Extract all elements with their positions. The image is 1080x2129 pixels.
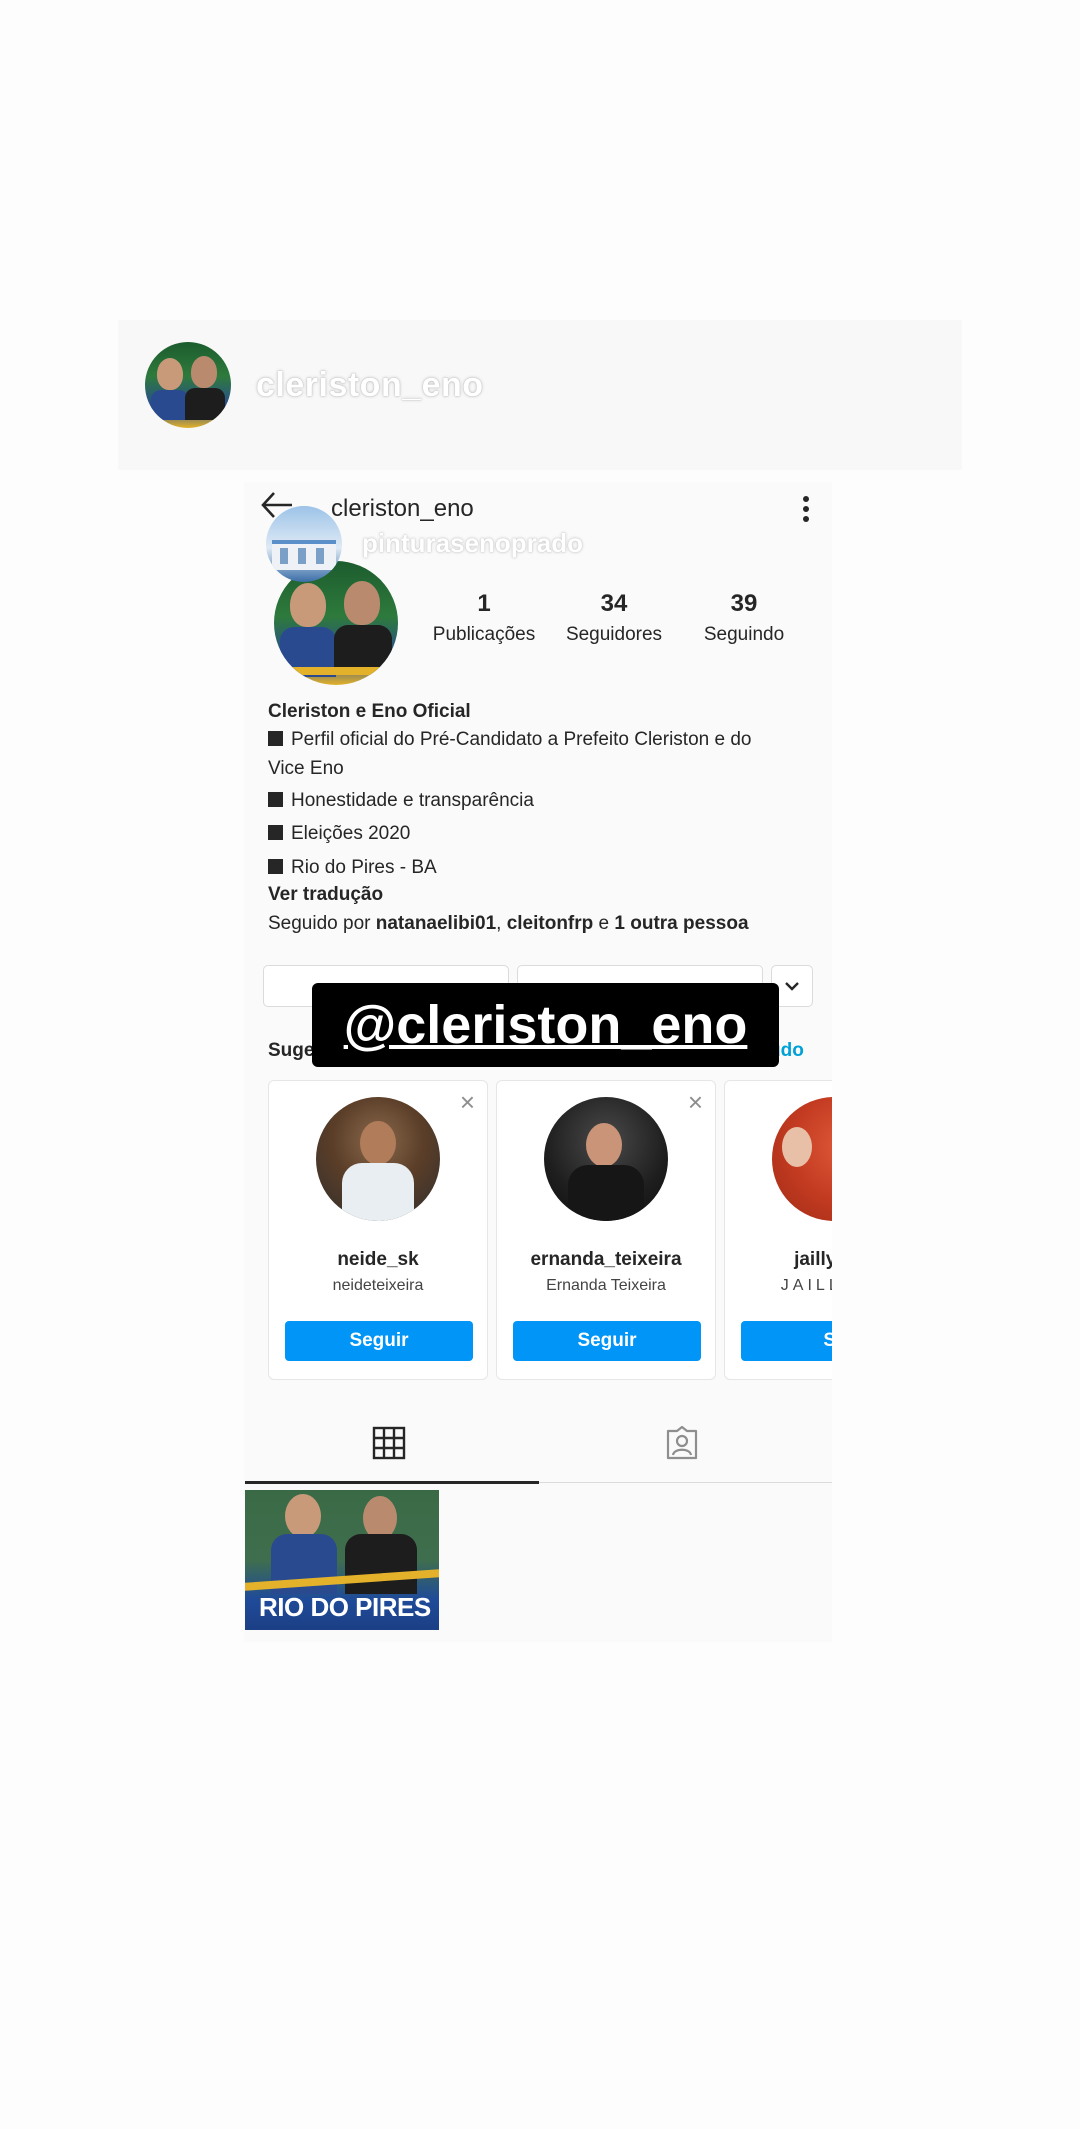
bullet-square-icon bbox=[268, 731, 283, 746]
post-thumbnail[interactable]: RIO DO PIRES bbox=[245, 1490, 439, 1630]
suggestion-fullname-line2: O bbox=[737, 1297, 832, 1315]
tab-divider bbox=[539, 1482, 832, 1483]
story-username[interactable]: cleriston_eno bbox=[256, 366, 484, 405]
suggestions-label: Suge bbox=[268, 1040, 315, 1061]
suggestion-fullname: JAILLY bbox=[780, 1277, 832, 1294]
close-icon[interactable]: × bbox=[460, 1087, 475, 1118]
tagged-person-icon[interactable] bbox=[664, 1425, 700, 1466]
suggestion-avatar[interactable] bbox=[772, 1097, 832, 1221]
suggestions-carousel[interactable]: × neide_sk neideteixeira Seguir × ernand… bbox=[244, 1076, 832, 1384]
suggestion-avatar[interactable] bbox=[544, 1097, 668, 1221]
follow-button[interactable]: Se bbox=[741, 1321, 832, 1361]
bio-line: Honestidade e transparência bbox=[268, 787, 808, 814]
story-avatar[interactable] bbox=[145, 342, 231, 428]
follow-button[interactable]: Seguir bbox=[285, 1321, 473, 1361]
story-mention-sticker[interactable]: @cleriston_eno bbox=[312, 983, 779, 1067]
follow-button[interactable]: Seguir bbox=[513, 1321, 701, 1361]
profile-header-username: cleriston_eno bbox=[331, 495, 474, 522]
bullet-square-icon bbox=[268, 825, 283, 840]
suggestion-fullname: Ernanda Teixeira bbox=[546, 1277, 666, 1294]
active-tab-indicator bbox=[245, 1481, 539, 1484]
story-header bbox=[118, 320, 962, 470]
bullet-square-icon bbox=[268, 859, 283, 874]
bio-line: Rio do Pires - BA bbox=[268, 854, 808, 881]
reposter-username[interactable]: pinturasenoprado bbox=[362, 528, 583, 559]
suggestion-avatar[interactable] bbox=[316, 1097, 440, 1221]
suggestion-card[interactable]: jailly_br JAILLY O Se bbox=[724, 1080, 832, 1380]
reposter-avatar[interactable] bbox=[266, 506, 342, 582]
stat-followers[interactable]: 34 Seguidores bbox=[544, 590, 684, 646]
suggestion-username[interactable]: ernanda_teixeira bbox=[497, 1249, 715, 1271]
chevron-down-icon bbox=[785, 982, 799, 991]
suggestion-card[interactable]: × ernanda_teixeira Ernanda Teixeira Segu… bbox=[496, 1080, 716, 1380]
followed-by[interactable]: Seguido por natanaelibi01, cleitonfrp e … bbox=[268, 910, 808, 937]
bio-line: Vice Eno bbox=[268, 758, 344, 779]
stat-posts-value: 1 bbox=[477, 590, 491, 617]
stat-following-value: 39 bbox=[730, 590, 758, 617]
suggestion-fullname: neideteixeira bbox=[332, 1277, 424, 1294]
translate-link[interactable]: Ver tradução bbox=[268, 881, 808, 908]
vertical-dots-icon[interactable] bbox=[800, 494, 812, 530]
suggestion-card[interactable]: × neide_sk neideteixeira Seguir bbox=[268, 1080, 488, 1380]
suggestion-username[interactable]: neide_sk bbox=[269, 1249, 487, 1271]
stat-posts[interactable]: 1 Publicações bbox=[414, 590, 554, 646]
close-icon[interactable]: × bbox=[688, 1087, 703, 1118]
stat-followers-label: Seguidores bbox=[565, 624, 663, 645]
stat-following[interactable]: 39 Seguindo bbox=[674, 590, 814, 646]
stat-followers-value: 34 bbox=[600, 590, 628, 617]
bullet-square-icon bbox=[268, 792, 283, 807]
bio-name: Cleriston e Eno Oficial bbox=[268, 701, 471, 722]
post-caption: RIO DO PIRES bbox=[259, 1592, 431, 1622]
bio-line: Perfil oficial do Pré-Candidato a Prefei… bbox=[268, 726, 808, 753]
suggestion-username[interactable]: jailly_br bbox=[725, 1249, 832, 1271]
bio-line: Eleições 2020 bbox=[268, 820, 808, 847]
stat-posts-label: Publicações bbox=[432, 624, 536, 645]
grid-icon[interactable] bbox=[372, 1426, 406, 1465]
stat-following-label: Seguindo bbox=[703, 624, 785, 645]
